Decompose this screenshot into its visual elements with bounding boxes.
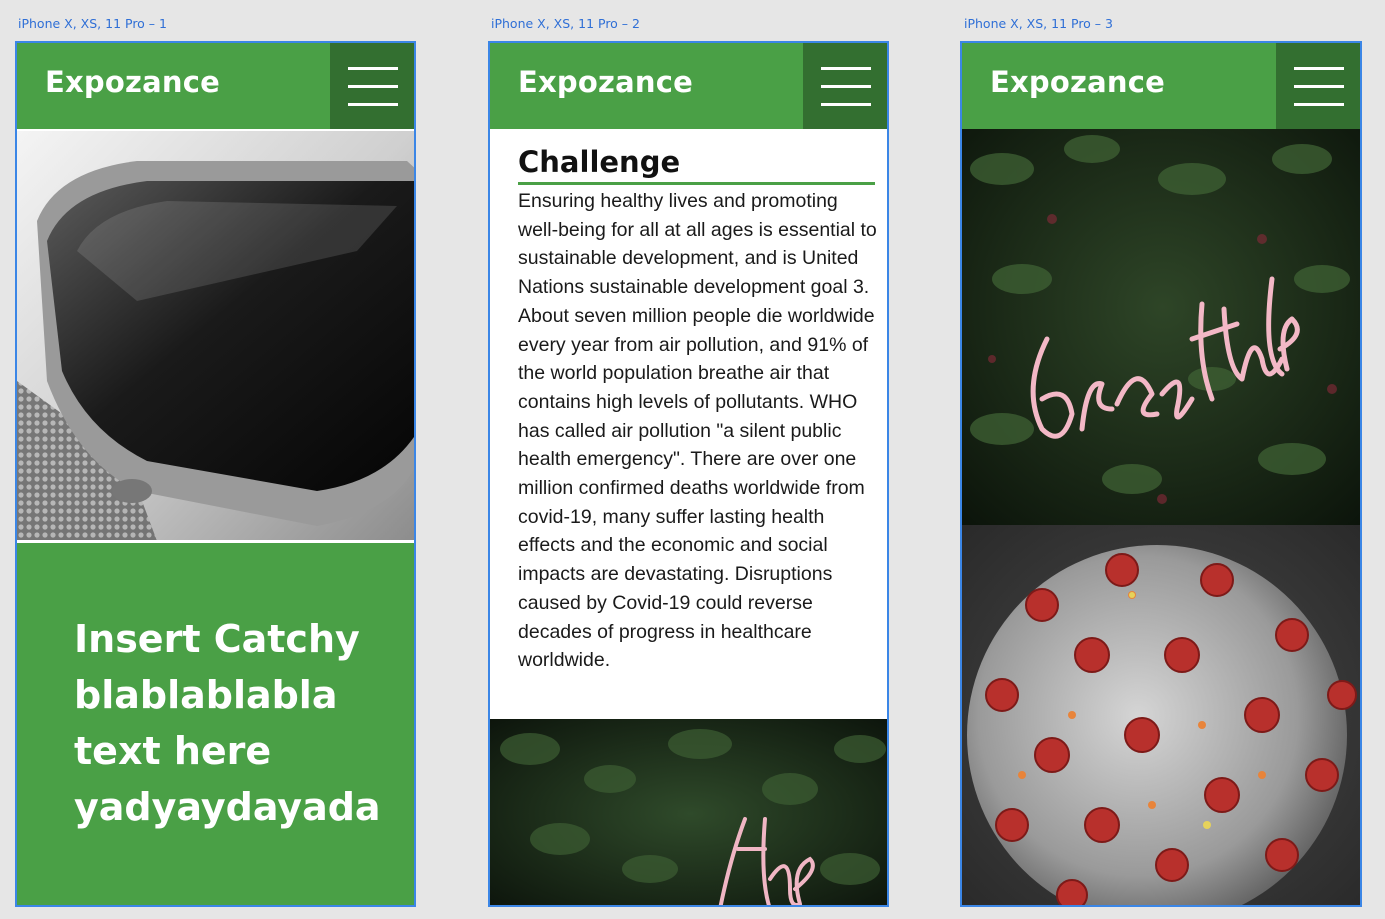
challenge-body-text: Ensuring healthy lives and promoting wel… [518,190,877,672]
menu-icon-bar [348,85,398,88]
app-header: Expozance [962,43,1360,129]
breathe-image [490,719,887,905]
menu-icon-bar [348,103,398,106]
brand-logo[interactable]: Expozance [45,65,220,99]
catchy-line: yadyaydayada [74,785,381,829]
app-header: Expozance [17,43,414,129]
artboard-phone-3: Expozance [960,41,1362,907]
menu-icon [348,67,398,70]
menu-icon-bar [821,85,871,88]
breathe-neon-image [962,129,1360,525]
menu-icon [1294,67,1344,70]
coronavirus-image [962,525,1360,905]
menu-icon [821,67,871,70]
hamburger-menu-button[interactable] [803,43,887,129]
hamburger-menu-button[interactable] [330,43,414,129]
artboard-phone-1: Expozance Insert Catchy blablablabla tex… [15,41,416,907]
artboard-phone-2: Expozance Challenge Ensuring healthy liv… [488,41,889,907]
brand-logo[interactable]: Expozance [518,65,693,99]
catchy-line: Insert Catchy [74,617,360,661]
hero-text-panel: Insert Catchy blablablabla text here yad… [17,543,414,905]
artboard-label-1: iPhone X, XS, 11 Pro – 1 [18,16,167,31]
brand-logo[interactable]: Expozance [990,65,1165,99]
section-heading: Challenge [518,145,681,179]
app-header: Expozance [490,43,887,129]
menu-icon-bar [821,103,871,106]
menu-icon-bar [1294,103,1344,106]
artboard-label-3: iPhone X, XS, 11 Pro – 3 [964,16,1113,31]
smartwatch-image [17,131,414,541]
artboard-label-2: iPhone X, XS, 11 Pro – 2 [491,16,640,31]
hamburger-menu-button[interactable] [1276,43,1360,129]
heading-underline [518,182,875,185]
catchy-headline: Insert Catchy blablablabla text here yad… [74,611,394,835]
menu-icon-bar [1294,85,1344,88]
catchy-line: text here [74,729,272,773]
catchy-line: blablablabla [74,673,338,717]
